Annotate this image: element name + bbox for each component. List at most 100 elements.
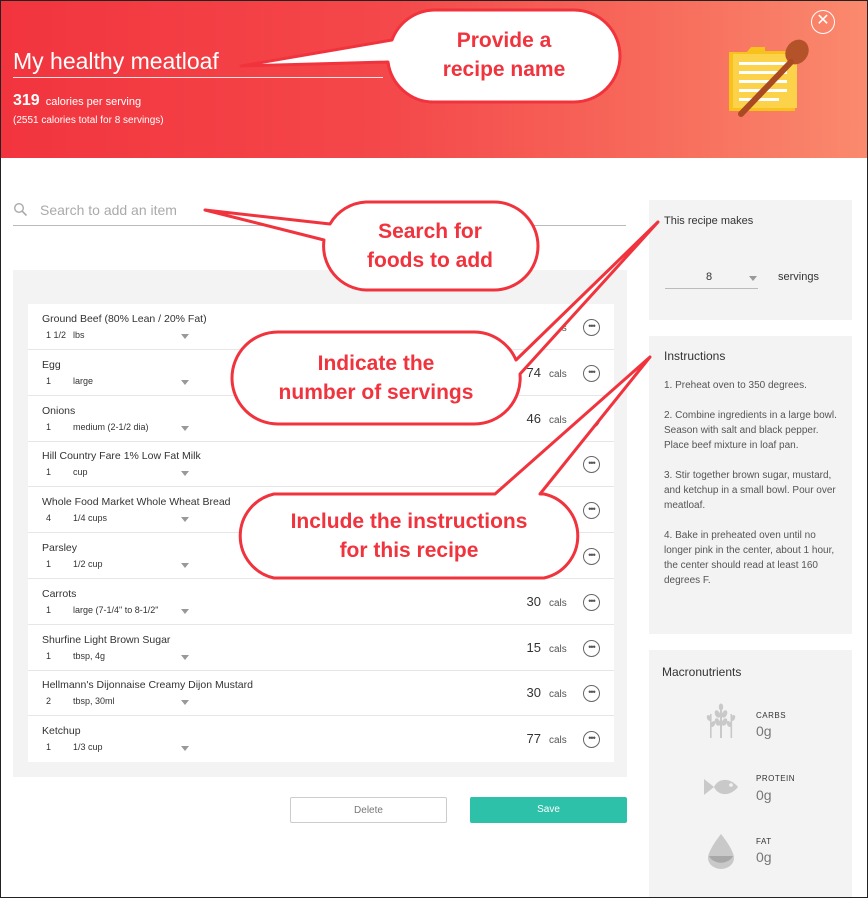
ingredient-unit[interactable]: tbsp, 4g xyxy=(73,651,105,661)
protein-label: PROTEIN xyxy=(756,774,796,783)
ingredient-name: Egg xyxy=(42,358,61,371)
instruction-step: 1. Preheat oven to 350 degrees. xyxy=(664,380,807,391)
callout-instructions: Include the instructions for this recipe xyxy=(230,355,652,580)
wheat-icon xyxy=(706,703,736,738)
ingredient-unit[interactable]: tbsp, 30ml xyxy=(73,696,115,706)
ingredient-unit[interactable]: 1/4 cups xyxy=(73,513,107,523)
more-options-icon[interactable]: ••• xyxy=(583,456,600,474)
carbs-label: CARBS xyxy=(756,711,787,720)
ingredient-quantity[interactable]: 1 xyxy=(46,651,51,661)
more-options-icon[interactable]: ••• xyxy=(583,319,600,336)
chevron-down-icon[interactable] xyxy=(181,379,189,385)
search-icon xyxy=(13,202,28,217)
carbs-value: 0g xyxy=(756,723,772,739)
ingredient-calories: 15 xyxy=(526,639,541,655)
ingredient-name: Parsley xyxy=(42,542,78,554)
ingredient-unit[interactable]: 1/2 cup xyxy=(73,559,103,569)
calories-unit: cals xyxy=(549,368,567,380)
chevron-down-icon[interactable] xyxy=(181,700,189,706)
more-options-icon[interactable]: ••• xyxy=(583,639,600,657)
servings-value: 8 xyxy=(706,271,713,283)
calories-per-serving-value: 319 xyxy=(13,92,40,109)
ingredient-name: Hill Country Fare 1% Low Fat Milk xyxy=(42,450,201,463)
chevron-down-icon[interactable] xyxy=(181,425,189,431)
ingredient-quantity[interactable]: 1 xyxy=(46,742,51,752)
ingredient-name: Hellmann's Dijonnaise Creamy Dijon Musta… xyxy=(42,679,253,692)
ingredient-calories: 30 xyxy=(526,593,541,609)
ingredient-quantity[interactable]: 1 xyxy=(46,422,51,432)
recipe-card-icon xyxy=(729,39,809,117)
callout-text: Search for foods to add xyxy=(367,220,493,272)
servings-unit: servings xyxy=(778,271,819,283)
servings-select[interactable]: 8 xyxy=(665,268,758,289)
calories-unit: cals xyxy=(549,735,567,747)
instructions-title: Instructions xyxy=(664,349,726,363)
fat-label: FAT xyxy=(756,837,772,846)
callout-text: Indicate the number of servings xyxy=(278,352,474,404)
chevron-down-icon[interactable] xyxy=(181,746,189,752)
ingredient-row[interactable]: Hellmann's Dijonnaise Creamy Dijon Musta… xyxy=(28,670,614,717)
ingredient-name: Shurfine Light Brown Sugar xyxy=(42,633,171,646)
instruction-step: 4. Bake in preheated oven until no longe… xyxy=(664,530,835,586)
more-options-icon[interactable]: ••• xyxy=(583,731,600,749)
chevron-down-icon xyxy=(749,276,757,281)
macronutrients-panel: Macronutrients CARBS 0g PROTEIN 0g FAT 0… xyxy=(649,650,852,898)
delete-button[interactable]: Delete xyxy=(290,797,447,823)
ingredient-unit[interactable]: medium (2-1/2 dia) xyxy=(73,422,149,432)
callout-text: Provide a recipe name xyxy=(442,29,566,81)
ingredient-calories: 46 xyxy=(526,410,541,426)
ingredient-quantity[interactable]: 1 xyxy=(46,467,51,477)
more-options-icon[interactable]: ••• xyxy=(583,685,600,703)
instruction-step: 3. Stir together brown sugar, mustard, a… xyxy=(664,470,836,511)
save-button[interactable]: Save xyxy=(470,797,627,823)
ingredient-row[interactable]: Ketchup 1 1/3 cup 77 cals ••• xyxy=(28,716,614,762)
calories-per-serving-label: calories per serving xyxy=(45,96,142,108)
chevron-down-icon[interactable] xyxy=(181,563,189,568)
ingredient-quantity[interactable]: 4 xyxy=(46,513,51,523)
calories-unit: cals xyxy=(549,597,567,609)
ingredient-name: Ground Beef (80% Lean / 20% Fat) xyxy=(42,313,207,325)
protein-value: 0g xyxy=(756,787,772,803)
ingredient-name: Carrots xyxy=(42,587,77,600)
callout-servings: Indicate the number of servings xyxy=(230,220,660,426)
calories-unit: cals xyxy=(549,414,567,426)
ingredient-calories: 74 xyxy=(526,364,541,380)
more-options-icon[interactable]: ••• xyxy=(583,593,600,611)
ingredient-quantity[interactable]: 1 1/2 xyxy=(46,330,66,340)
callout-search: Search for foods to add xyxy=(203,200,540,292)
chevron-down-icon[interactable] xyxy=(181,334,189,339)
drop-icon xyxy=(708,834,734,869)
ingredient-quantity[interactable]: 1 xyxy=(46,559,51,569)
calories-total: (2551 calories total for 8 servings) xyxy=(13,115,164,126)
chevron-down-icon[interactable] xyxy=(181,471,189,477)
ingredient-quantity[interactable]: 2 xyxy=(46,696,51,706)
instructions-textarea[interactable]: 1. Preheat oven to 350 degrees. 2. Combi… xyxy=(664,378,844,603)
ingredient-unit[interactable]: large xyxy=(73,376,93,386)
ingredient-unit[interactable]: large (7-1/4" to 8-1/2" xyxy=(73,605,158,615)
ingredient-unit[interactable]: 1/3 cup xyxy=(73,742,103,752)
calories-per-serving: 319 calories per serving xyxy=(13,92,141,110)
ingredient-quantity[interactable]: 1 xyxy=(46,605,51,615)
ingredient-name: Ketchup xyxy=(42,725,81,738)
chevron-down-icon[interactable] xyxy=(181,517,189,523)
calories-unit: cals xyxy=(549,643,567,655)
ingredient-unit[interactable]: lbs xyxy=(73,330,85,340)
fat-value: 0g xyxy=(756,849,772,865)
instructions-panel: Instructions 1. Preheat oven to 350 degr… xyxy=(649,336,852,634)
macronutrients-title: Macronutrients xyxy=(662,665,742,679)
chevron-down-icon[interactable] xyxy=(181,654,189,660)
chevron-down-icon[interactable] xyxy=(181,608,189,614)
ingredient-row[interactable]: Carrots 1 large (7-1/4" to 8-1/2" 30 cals ••• xyxy=(28,579,614,625)
callout-text: Include the instructions for this recipe xyxy=(290,510,528,562)
ingredient-quantity[interactable]: 1 xyxy=(46,376,51,386)
servings-panel: This recipe makes 8 servings xyxy=(649,200,852,320)
ingredient-calories: 77 xyxy=(526,731,541,747)
more-options-icon[interactable]: ••• xyxy=(583,364,600,382)
ingredient-row[interactable]: Shurfine Light Brown Sugar 1 tbsp, 4g 15 cal… xyxy=(28,625,614,671)
close-icon[interactable]: ✕ xyxy=(811,10,835,34)
ingredient-unit[interactable]: cup xyxy=(73,467,88,477)
fish-icon xyxy=(704,779,738,795)
instruction-step: 2. Combine ingredients in a large bowl. … xyxy=(664,410,837,451)
ingredient-calories: 30 xyxy=(526,685,541,701)
search-placeholder: Search to add an item xyxy=(40,202,177,218)
